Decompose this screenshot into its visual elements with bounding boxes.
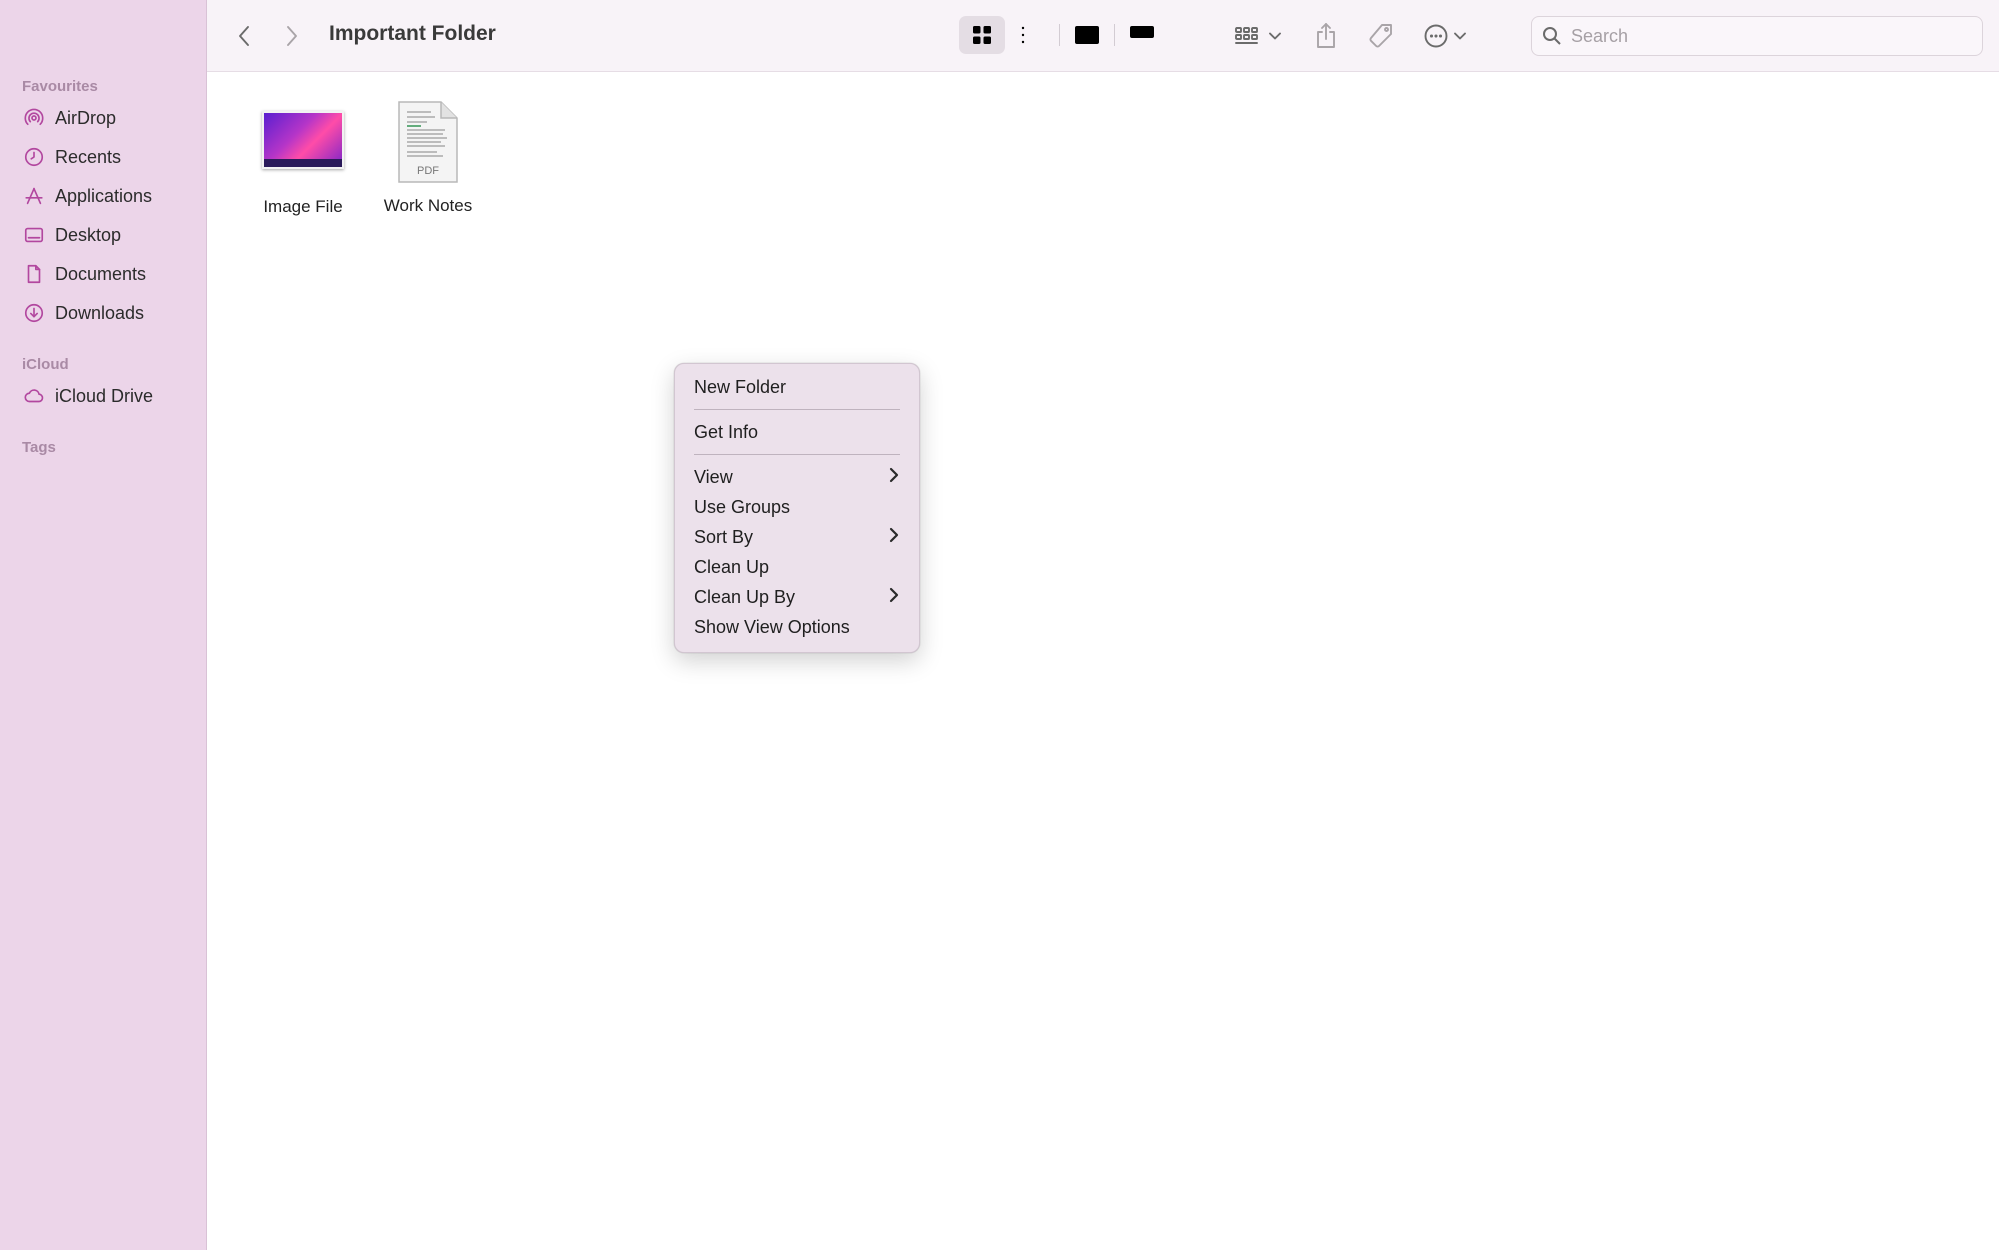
grid-icon <box>973 26 991 44</box>
file-item-image[interactable]: Image File <box>238 108 368 217</box>
menu-item-show-view-options[interactable]: Show View Options <box>681 612 913 642</box>
menu-item-get-info[interactable]: Get Info <box>681 417 913 447</box>
menu-item-clean-up-by[interactable]: Clean Up By <box>681 582 913 612</box>
menu-item-label: Get Info <box>694 421 759 442</box>
icon-view-button[interactable] <box>959 16 1005 54</box>
menu-item-label: Clean Up <box>694 556 770 577</box>
chevron-right-icon <box>287 26 297 46</box>
desktop-icon <box>22 223 46 247</box>
file-area[interactable]: Image File PDF Work Notes <box>207 72 1999 1250</box>
document-icon <box>22 262 46 286</box>
menu-item-sort-by[interactable]: Sort By <box>681 522 913 552</box>
file-name: Work Notes <box>383 196 473 215</box>
view-separator <box>1059 24 1060 46</box>
sidebar-section-favourites: Favourites <box>22 78 98 95</box>
chevron-down-icon <box>1269 32 1281 40</box>
pdf-document-icon: PDF <box>397 100 459 184</box>
chevron-left-icon <box>239 26 249 46</box>
sidebar-item-documents[interactable]: Documents <box>22 258 197 290</box>
window-title: Important Folder <box>329 22 496 45</box>
chevron-right-icon <box>888 467 900 488</box>
ellipsis-circle-icon <box>1424 24 1448 48</box>
image-thumbnail <box>262 111 344 169</box>
sidebar-item-icloud-drive[interactable]: iCloud Drive <box>22 380 197 412</box>
group-by-button[interactable] <box>1227 18 1289 54</box>
sidebar-item-label: Desktop <box>55 224 122 245</box>
menu-item-new-folder[interactable]: New Folder <box>681 372 913 402</box>
sidebar-section-icloud: iCloud <box>22 356 69 373</box>
sidebar-item-desktop[interactable]: Desktop <box>22 219 197 251</box>
search-field[interactable] <box>1531 16 1983 56</box>
pdf-badge: PDF <box>417 165 439 177</box>
search-icon <box>1543 27 1561 45</box>
sidebar-item-label: Downloads <box>55 302 145 323</box>
sidebar-item-label: iCloud Drive <box>55 385 154 406</box>
sidebar-item-recents[interactable]: Recents <box>22 141 197 173</box>
airdrop-icon <box>22 106 46 130</box>
menu-item-use-groups[interactable]: Use Groups <box>681 492 913 522</box>
file-name: Image File <box>263 197 343 216</box>
forward-button[interactable] <box>280 22 304 50</box>
toolbar: Important Folder <box>207 0 1999 72</box>
tags-button[interactable] <box>1363 18 1399 54</box>
group-grid-icon <box>1235 27 1258 44</box>
gallery-view-button[interactable] <box>1119 16 1165 54</box>
sidebar: Favourites AirDrop Recents Applications … <box>0 0 207 1250</box>
cloud-icon <box>22 384 46 408</box>
view-separator <box>1114 24 1115 46</box>
menu-item-label: Clean Up By <box>694 586 796 607</box>
sidebar-item-label: Documents <box>55 263 147 284</box>
sidebar-item-label: Applications <box>55 185 153 206</box>
chevron-down-icon <box>1454 32 1466 40</box>
menu-item-clean-up[interactable]: Clean Up <box>681 552 913 582</box>
download-icon <box>22 301 46 325</box>
share-icon <box>1317 23 1335 48</box>
menu-separator <box>694 409 900 410</box>
chevron-right-icon <box>888 587 900 608</box>
context-menu: New Folder Get Info View Use Groups Sort… <box>674 363 920 653</box>
menu-item-label: View <box>694 466 733 487</box>
share-button[interactable] <box>1309 16 1343 56</box>
more-actions-button[interactable] <box>1417 18 1473 54</box>
menu-item-label: Sort By <box>694 526 754 547</box>
file-item-pdf[interactable]: PDF Work Notes <box>363 100 493 216</box>
menu-item-label: Show View Options <box>694 616 850 637</box>
sidebar-item-label: Recents <box>55 146 122 167</box>
menu-item-view[interactable]: View <box>681 462 913 492</box>
applications-icon <box>22 184 46 208</box>
column-view-button[interactable] <box>1064 16 1110 54</box>
clock-icon <box>22 145 46 169</box>
menu-item-label: Use Groups <box>694 496 791 517</box>
back-button[interactable] <box>232 22 256 50</box>
tag-icon <box>1369 24 1392 48</box>
sidebar-section-tags[interactable]: Tags <box>22 439 56 456</box>
sidebar-item-airdrop[interactable]: AirDrop <box>22 102 197 134</box>
menu-separator <box>694 454 900 455</box>
sidebar-item-downloads[interactable]: Downloads <box>22 297 197 329</box>
columns-icon <box>1075 26 1099 44</box>
sidebar-item-label: AirDrop <box>55 107 117 128</box>
gallery-icon <box>1130 26 1154 38</box>
search-input[interactable] <box>1571 25 1971 47</box>
menu-item-label: New Folder <box>694 376 787 397</box>
list-icon <box>1021 26 1043 44</box>
chevron-right-icon <box>888 527 900 548</box>
sidebar-item-applications[interactable]: Applications <box>22 180 197 212</box>
list-view-button[interactable] <box>1009 16 1055 54</box>
